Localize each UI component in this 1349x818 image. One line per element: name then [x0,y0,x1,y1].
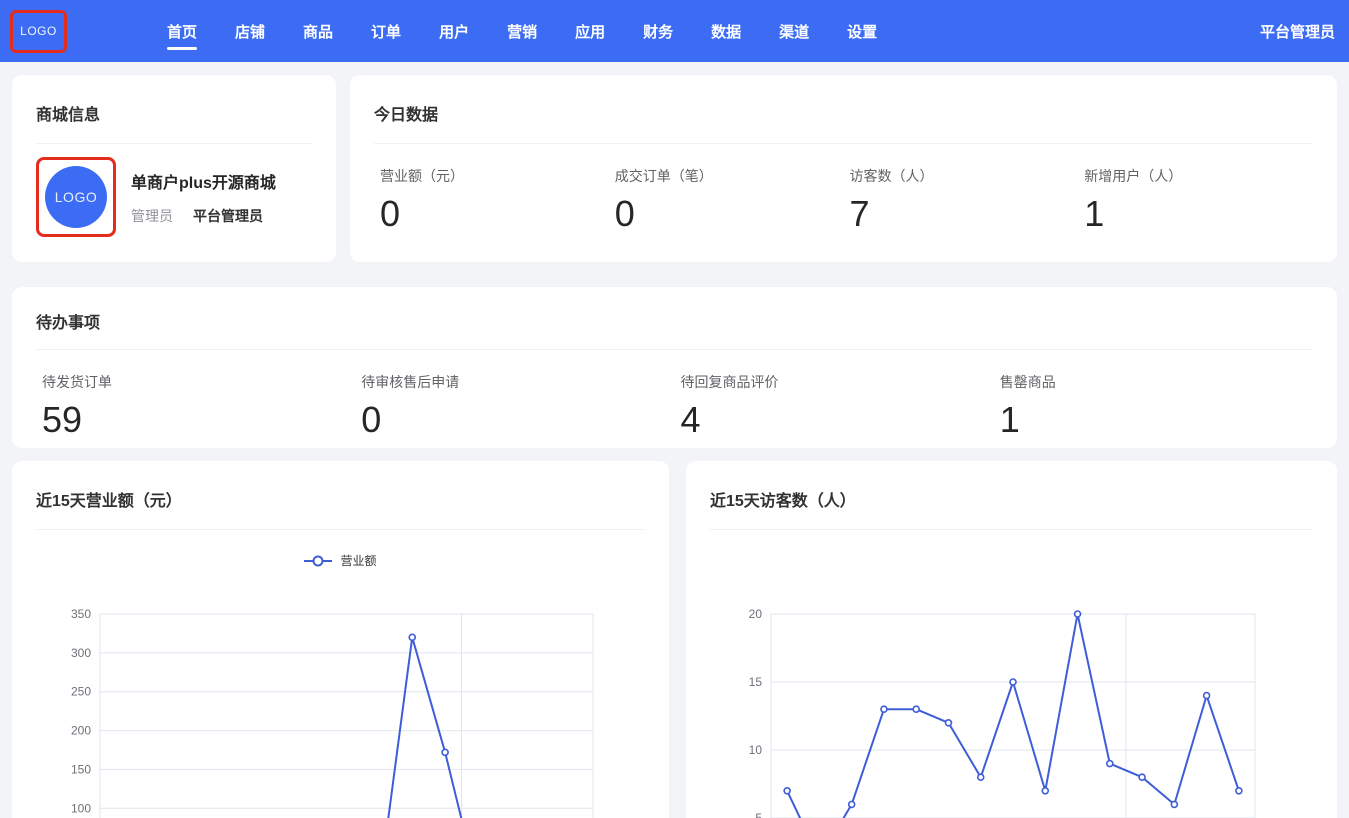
nav-item-users[interactable]: 用户 [439,0,469,62]
nav-item-settings[interactable]: 设置 [847,0,877,62]
stat-pending-aftersales[interactable]: 待审核售后申请 0 [355,372,674,438]
divider [36,143,312,144]
todo-title: 待办事项 [36,309,1313,333]
stat-soldout-products[interactable]: 售罄商品 1 [994,372,1313,438]
visitors-chart-card: 近15天访客数（人） 20151050 [686,461,1337,818]
avatar-annotation-box: LOGO [36,157,116,237]
svg-text:300: 300 [71,646,91,660]
svg-text:150: 150 [71,762,91,776]
role-label: 管理员 [131,206,173,226]
nav-item-home[interactable]: 首页 [167,0,197,62]
nav-item-orders[interactable]: 订单 [371,0,401,62]
stat-turnover: 营业额（元） 0 [374,166,609,232]
visitors-chart-title: 近15天访客数（人） [710,487,1313,511]
line-series-icon [304,555,332,567]
stat-label: 售罄商品 [1000,372,1313,392]
stat-label: 待审核售后申请 [361,372,674,392]
stat-value: 4 [681,402,994,438]
stat-pending-shipments[interactable]: 待发货订单 59 [36,372,355,438]
mall-info-title: 商城信息 [36,101,312,125]
divider [374,143,1313,144]
nav-item-apps[interactable]: 应用 [575,0,605,62]
stat-value: 1 [1084,196,1313,232]
stat-pending-reviews[interactable]: 待回复商品评价 4 [675,372,994,438]
stat-value: 1 [1000,402,1313,438]
visitors-chart: 20151050 [710,530,1313,818]
divider [36,349,1313,350]
today-data-title: 今日数据 [374,101,1313,125]
mall-info-card: 商城信息 LOGO 单商户plus开源商城 管理员 平台管理员 [12,75,336,262]
svg-text:250: 250 [71,685,91,699]
svg-text:10: 10 [749,743,763,757]
stat-label: 成交订单（笔） [615,166,844,186]
svg-text:350: 350 [71,607,91,621]
stat-label: 营业额（元） [380,166,609,186]
stat-value: 0 [361,402,674,438]
nav-item-finance[interactable]: 财务 [643,0,673,62]
todo-card: 待办事项 待发货订单 59 待审核售后申请 0 待回复商品评价 4 售罄商品 1 [12,287,1337,448]
mall-logo-avatar[interactable]: LOGO [45,166,107,228]
stat-value: 7 [850,196,1079,232]
admin-account-menu[interactable]: 平台管理员 [1260,21,1335,42]
mall-logo-text: LOGO [55,189,97,205]
svg-text:15: 15 [749,675,763,689]
line-chart-canvas[interactable]: 350300250200150100500 [36,530,645,818]
stat-value: 59 [42,402,355,438]
nav-item-data[interactable]: 数据 [711,0,741,62]
svg-text:100: 100 [71,801,91,815]
top-nav-bar: LOGO 首页 店铺 商品 订单 用户 营销 应用 财务 数据 渠道 设置 平台… [0,0,1349,62]
nav-item-shop[interactable]: 店铺 [235,0,265,62]
stat-visitors: 访客数（人） 7 [844,166,1079,232]
stat-value: 0 [615,196,844,232]
svg-text:200: 200 [71,724,91,738]
stat-value: 0 [380,196,609,232]
svg-text:5: 5 [755,811,762,818]
nav-logo[interactable]: LOGO [20,24,57,38]
stat-label: 待回复商品评价 [681,372,994,392]
nav-item-products[interactable]: 商品 [303,0,333,62]
today-data-card: 今日数据 营业额（元） 0 成交订单（笔） 0 访客数（人） 7 新增用户（人）… [350,75,1337,262]
role-value: 平台管理员 [193,206,263,226]
legend-label: 营业额 [340,552,376,569]
stat-new-users: 新增用户（人） 1 [1078,166,1313,232]
turnover-chart: 营业额 350300250200150100500 [36,530,645,818]
dashboard-content: 商城信息 LOGO 单商户plus开源商城 管理员 平台管理员 [0,62,1349,818]
line-chart-canvas[interactable]: 20151050 [710,530,1313,818]
stat-deal-orders: 成交订单（笔） 0 [609,166,844,232]
turnover-chart-title: 近15天营业额（元） [36,487,645,511]
chart-legend[interactable]: 营业额 [36,552,645,569]
logo-annotation-box: LOGO [10,10,67,53]
svg-text:20: 20 [749,607,763,621]
stat-label: 待发货订单 [42,372,355,392]
stat-label: 新增用户（人） [1084,166,1313,186]
turnover-chart-card: 近15天营业额（元） 营业额 350300250200150100500 [12,461,669,818]
nav-item-channels[interactable]: 渠道 [779,0,809,62]
mall-name: 单商户plus开源商城 [131,169,276,193]
nav-item-marketing[interactable]: 营销 [507,0,537,62]
main-menu: 首页 店铺 商品 订单 用户 营销 应用 财务 数据 渠道 设置 [167,0,877,62]
stat-label: 访客数（人） [850,166,1079,186]
